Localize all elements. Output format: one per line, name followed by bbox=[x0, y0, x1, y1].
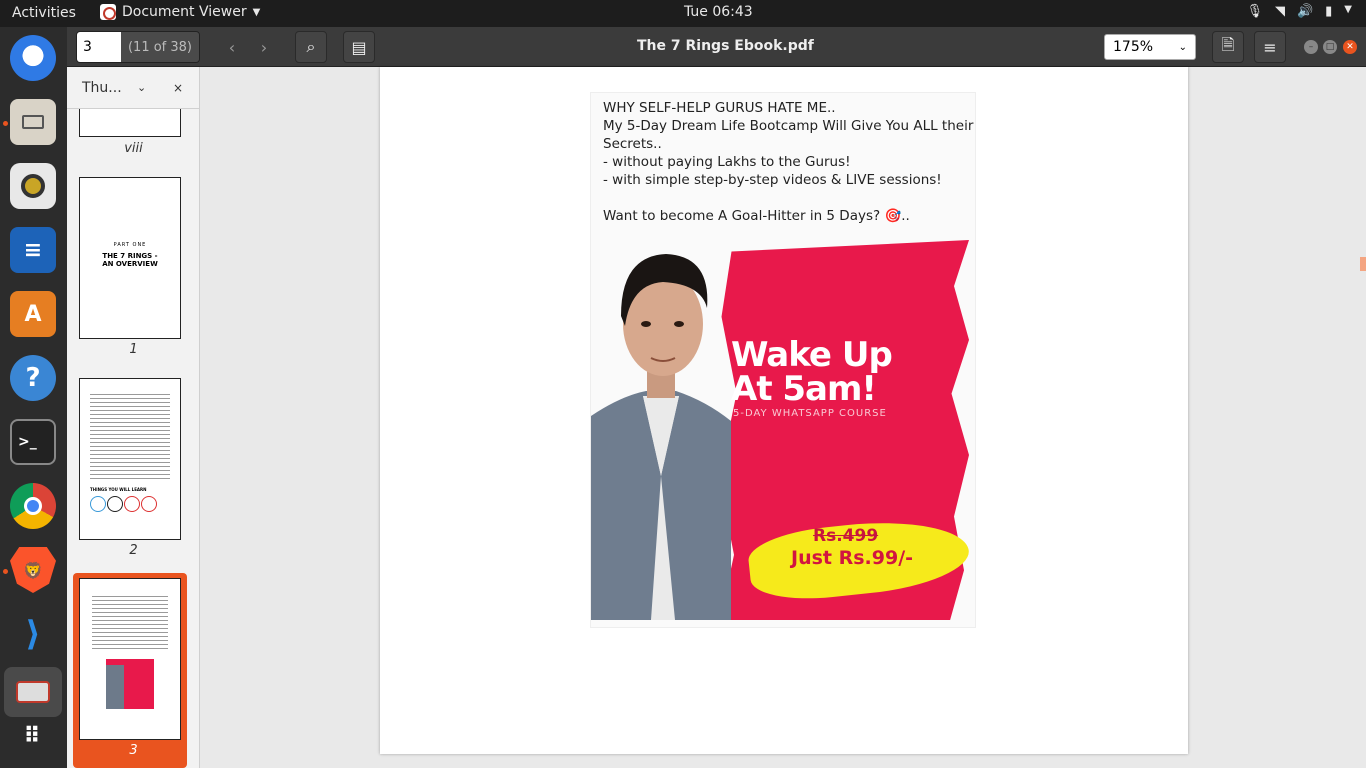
scrollbar-indicator[interactable] bbox=[1360, 257, 1366, 271]
advertisement-image: WHY SELF-HELP GURUS HATE ME.. My 5-Day D… bbox=[590, 92, 976, 628]
app-name: Document Viewer bbox=[122, 4, 247, 20]
thumbnail-label: 3 bbox=[129, 743, 138, 758]
old-price: Rs.499 bbox=[813, 526, 879, 546]
zoom-value: 175% bbox=[1113, 39, 1154, 55]
search-button[interactable]: ⌕ bbox=[295, 31, 327, 63]
ad-text-line: My 5-Day Dream Life Bootcamp Will Give Y… bbox=[603, 118, 974, 134]
thumbnail-banner-image bbox=[106, 659, 154, 709]
thumbnail-text: AN OVERVIEW bbox=[102, 260, 158, 268]
sidebar-header: Thu... ⌄ × bbox=[67, 67, 199, 109]
brave-icon[interactable]: 🦁 bbox=[10, 547, 56, 593]
document-viewer-dock-icon[interactable] bbox=[4, 667, 62, 717]
chevron-down-icon[interactable]: ⌄ bbox=[137, 81, 146, 94]
ad-text-line: - with simple step-by-step videos & LIVE… bbox=[603, 172, 942, 188]
page-selector[interactable]: (11 of 38) bbox=[76, 31, 200, 63]
ad-text-line: Secrets.. bbox=[603, 136, 662, 152]
close-sidebar-icon[interactable]: × bbox=[173, 81, 183, 95]
header-bar: (11 of 38) ‹ › ⌕ ▤ The 7 Rings Ebook.pdf… bbox=[67, 27, 1366, 67]
document-properties-button[interactable]: 🗎 bbox=[1212, 31, 1244, 63]
course-banner: Wake Up At 5am! 5-DAY WHATSAPP COURSE Rs… bbox=[591, 236, 977, 620]
banner-subtitle: 5-DAY WHATSAPP COURSE bbox=[733, 408, 887, 419]
volume-icon: 🔊 bbox=[1296, 4, 1314, 19]
minimize-button[interactable]: – bbox=[1304, 40, 1318, 54]
system-tray[interactable]: 🎙 ◥ 🔊 ▮ ▼ bbox=[1246, 4, 1352, 19]
search-icon: ⌕ bbox=[306, 37, 316, 56]
thumbnail-page-2[interactable]: THINGS YOU WILL LEARN bbox=[79, 378, 181, 540]
libreoffice-writer-icon[interactable]: ≡ bbox=[10, 227, 56, 273]
vscode-icon[interactable]: ⟩ bbox=[10, 611, 56, 657]
chevron-down-icon: ⌄ bbox=[1178, 41, 1187, 53]
thumbnail-rings bbox=[90, 496, 170, 512]
rhythmbox-icon[interactable] bbox=[10, 163, 56, 209]
thumbnail-page-1[interactable]: PART ONE THE 7 RINGS - AN OVERVIEW bbox=[79, 177, 181, 339]
show-apps-icon[interactable]: ⠿ bbox=[10, 713, 56, 759]
document-viewer-icon bbox=[100, 4, 116, 20]
thumbnail-page-viii[interactable] bbox=[79, 109, 181, 137]
new-price: Just Rs.99/- bbox=[791, 547, 914, 569]
thumbnail-label: viii bbox=[124, 141, 143, 156]
sidebar-mode-label[interactable]: Thu... bbox=[82, 80, 122, 96]
thumbnail-text: PART ONE bbox=[113, 242, 147, 248]
terminal-icon[interactable]: >_ bbox=[10, 419, 56, 465]
help-icon[interactable]: ? bbox=[10, 355, 56, 401]
thumbnail-label: 1 bbox=[129, 342, 138, 357]
clock[interactable]: Tue 06:43 bbox=[684, 4, 753, 20]
thumbnail-heading: THINGS YOU WILL LEARN bbox=[90, 487, 147, 492]
top-bar: Activities Document Viewer ▼ Tue 06:43 🎙… bbox=[0, 0, 1366, 27]
app-menu[interactable]: Document Viewer ▼ bbox=[100, 4, 260, 20]
next-page-button[interactable]: › bbox=[248, 31, 280, 63]
zoom-select[interactable]: 175% ⌄ bbox=[1104, 34, 1196, 60]
microphone-icon: 🎙 bbox=[1246, 4, 1263, 19]
chevron-down-icon: ▼ bbox=[252, 6, 261, 18]
pdf-page: WHY SELF-HELP GURUS HATE ME.. My 5-Day D… bbox=[380, 67, 1188, 754]
thumbnail-page-3[interactable] bbox=[79, 578, 181, 740]
running-indicator bbox=[3, 569, 8, 574]
document-icon: 🗎 bbox=[1221, 34, 1235, 54]
headline-line: Wake Up bbox=[731, 335, 893, 375]
chrome-icon[interactable] bbox=[10, 483, 56, 529]
ad-text-line: Want to become A Goal-Hitter in 5 Days? … bbox=[603, 208, 910, 224]
headline-line: At 5am! bbox=[731, 369, 877, 409]
maximize-button[interactable]: □ bbox=[1323, 40, 1337, 54]
menu-button[interactable]: ≡ bbox=[1254, 31, 1286, 63]
previous-page-button[interactable]: ‹ bbox=[216, 31, 248, 63]
thunderbird-icon[interactable] bbox=[10, 35, 56, 81]
document-view[interactable]: WHY SELF-HELP GURUS HATE ME.. My 5-Day D… bbox=[200, 67, 1366, 768]
thumbnail-text: THE 7 RINGS - bbox=[102, 252, 158, 260]
thumbnail-label: 2 bbox=[129, 543, 138, 558]
page-count: (11 of 38) bbox=[121, 32, 199, 62]
close-button[interactable]: ✕ bbox=[1343, 40, 1357, 54]
software-center-icon[interactable]: A bbox=[10, 291, 56, 337]
activities-button[interactable]: Activities bbox=[12, 5, 76, 21]
ad-text-line: WHY SELF-HELP GURUS HATE ME.. bbox=[603, 100, 836, 116]
ad-text-line: - without paying Lakhs to the Gurus! bbox=[603, 154, 851, 170]
thumbnail-body-text bbox=[92, 593, 168, 651]
document-title: The 7 Rings Ebook.pdf bbox=[637, 38, 814, 54]
hamburger-icon: ≡ bbox=[1263, 37, 1277, 57]
battery-icon: ▮ bbox=[1325, 4, 1333, 19]
page-number-input[interactable] bbox=[77, 32, 121, 62]
dock: ≡ A ? >_ 🦁 ⟩ ⠿ bbox=[0, 27, 67, 768]
person-photo bbox=[591, 254, 731, 620]
files-icon[interactable] bbox=[10, 99, 56, 145]
thumbnail-sidebar: Thu... ⌄ × viii PART ONE THE 7 RINGS - A… bbox=[67, 67, 200, 768]
running-indicator bbox=[3, 121, 8, 126]
banner-headline: Wake Up At 5am! bbox=[731, 335, 893, 409]
thumbnail-body-text bbox=[90, 391, 170, 481]
notes-icon: ▤ bbox=[351, 37, 367, 57]
wifi-icon: ◥ bbox=[1274, 4, 1285, 19]
ad-text-spacer bbox=[603, 189, 973, 207]
annotations-button[interactable]: ▤ bbox=[343, 31, 375, 63]
chevron-down-icon: ▼ bbox=[1344, 4, 1352, 15]
ad-text: WHY SELF-HELP GURUS HATE ME.. My 5-Day D… bbox=[603, 99, 973, 225]
